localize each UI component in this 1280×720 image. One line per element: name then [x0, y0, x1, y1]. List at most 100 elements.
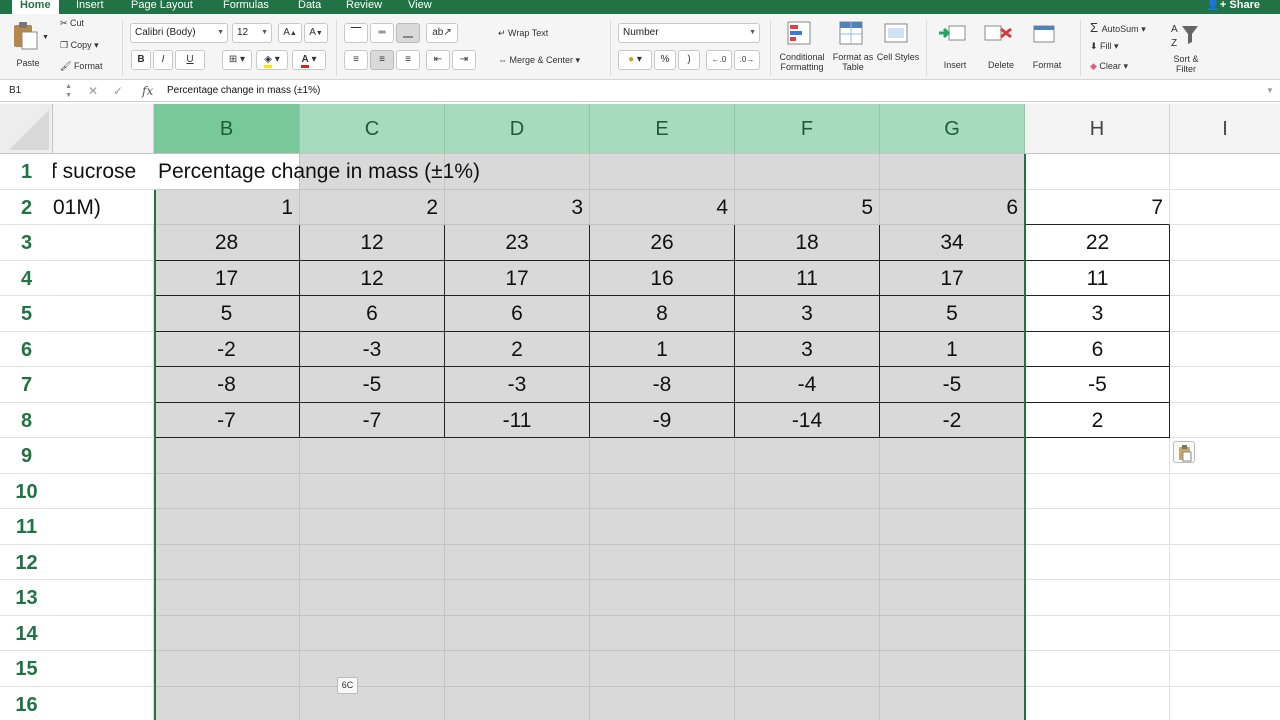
column-header-h[interactable]: H [1025, 104, 1170, 154]
cell-a12[interactable] [53, 544, 154, 580]
cell-styles-button[interactable]: Cell Styles [876, 20, 920, 76]
cell-f2[interactable]: 5 [735, 189, 880, 225]
cell-a15[interactable] [53, 651, 154, 687]
cell-e9[interactable] [590, 438, 735, 474]
cell-h2[interactable]: 7 [1025, 189, 1170, 225]
row-header-5[interactable]: 5 [0, 296, 53, 332]
fill-color-button[interactable]: ◈ ▾ [256, 50, 288, 70]
cell-b16[interactable] [154, 686, 300, 720]
decrease-indent-button[interactable]: ⇤ [426, 50, 450, 70]
increase-decimal-button[interactable]: ←.0 [706, 50, 732, 70]
cell-a8[interactable] [53, 402, 154, 438]
number-format-select[interactable]: Number ▼ [618, 23, 760, 43]
row-header-16[interactable]: 16 [0, 686, 53, 720]
column-header-d[interactable]: D [445, 104, 590, 154]
cell-g8[interactable]: -2 [880, 402, 1025, 438]
cell-f14[interactable] [735, 615, 880, 651]
column-header-g[interactable]: G [880, 104, 1025, 154]
cell-a1[interactable]: f sucrose [53, 154, 154, 190]
cell-c4[interactable]: 12 [300, 260, 445, 296]
cell-g6[interactable]: 1 [880, 331, 1025, 367]
cell-i4[interactable] [1170, 261, 1280, 296]
cell-i3[interactable] [1170, 225, 1280, 261]
delete-cells-button[interactable]: Delete [980, 20, 1022, 76]
cell-f16[interactable] [735, 686, 880, 720]
cell-h9[interactable] [1025, 438, 1170, 474]
align-right-button[interactable]: ≡ [396, 50, 420, 70]
cell-d2[interactable]: 3 [445, 189, 590, 225]
cell-c3[interactable]: 12 [300, 225, 445, 261]
cell-i16[interactable] [1170, 687, 1280, 720]
decrease-decimal-button[interactable]: .0→ [734, 50, 760, 70]
cell-d12[interactable] [445, 544, 590, 580]
cell-e5[interactable]: 8 [590, 296, 735, 332]
cell-f5[interactable]: 3 [735, 296, 880, 332]
cell-e15[interactable] [590, 651, 735, 687]
accounting-format-button[interactable]: ● ▾ [618, 50, 652, 70]
cell-f6[interactable]: 3 [735, 331, 880, 367]
paste-dropdown-icon[interactable]: ▼ [42, 34, 49, 41]
column-header-a[interactable] [53, 104, 154, 154]
cell-b13[interactable] [154, 580, 300, 616]
cell-c8[interactable]: -7 [300, 402, 445, 438]
row-header-10[interactable]: 10 [0, 473, 53, 509]
cell-d15[interactable] [445, 651, 590, 687]
name-box[interactable]: B1 ▲ ▼ [4, 82, 74, 100]
column-header-e[interactable]: E [590, 104, 735, 154]
tab-home[interactable]: Home [12, 0, 59, 14]
paste-options-button[interactable] [1173, 441, 1195, 463]
cell-h13[interactable] [1025, 580, 1170, 616]
cell-d8[interactable]: -11 [445, 402, 590, 438]
cell-e3[interactable]: 26 [590, 225, 735, 261]
cell-b3[interactable]: 28 [154, 225, 300, 261]
wrap-text-button[interactable]: ↵ Wrap Text [498, 28, 548, 39]
cell-i15[interactable] [1170, 651, 1280, 687]
cell-c16[interactable] [300, 686, 445, 720]
orientation-button[interactable]: ab↗ [426, 23, 458, 43]
cell-i1[interactable] [1170, 154, 1280, 190]
cell-h12[interactable] [1025, 544, 1170, 580]
font-size-select[interactable]: 12 ▼ [232, 23, 272, 43]
cell-c12[interactable] [300, 544, 445, 580]
cell-a13[interactable] [53, 580, 154, 616]
sort-filter-button[interactable]: A Z Sort & Filter [1164, 20, 1208, 76]
cell-h4[interactable]: 11 [1025, 260, 1170, 296]
increase-font-button[interactable]: A▲ [278, 23, 302, 43]
row-header-13[interactable]: 13 [0, 580, 53, 616]
cell-e7[interactable]: -8 [590, 367, 735, 403]
cell-a16[interactable] [53, 686, 154, 720]
cell-a10[interactable] [53, 473, 154, 509]
tab-view[interactable]: View [400, 0, 440, 14]
cell-c13[interactable] [300, 580, 445, 616]
cell-i13[interactable] [1170, 580, 1280, 616]
cell-e4[interactable]: 16 [590, 260, 735, 296]
cell-a3[interactable] [53, 225, 154, 261]
cell-b7[interactable]: -8 [154, 367, 300, 403]
cell-b10[interactable] [154, 473, 300, 509]
cell-b15[interactable] [154, 651, 300, 687]
cell-h14[interactable] [1025, 615, 1170, 651]
tab-insert[interactable]: Insert [68, 0, 112, 14]
cell-f10[interactable] [735, 473, 880, 509]
cell-b6[interactable]: -2 [154, 331, 300, 367]
select-all-corner[interactable] [0, 104, 53, 154]
cell-g10[interactable] [880, 473, 1025, 509]
format-painter-button[interactable]: 🖌 Format [60, 61, 102, 72]
column-header-b[interactable]: B [154, 104, 300, 154]
cell-b4[interactable]: 17 [154, 260, 300, 296]
cell-f7[interactable]: -4 [735, 367, 880, 403]
cell-h3[interactable]: 22 [1025, 225, 1170, 261]
tab-page-layout[interactable]: Page Layout [123, 0, 201, 14]
cell-g14[interactable] [880, 615, 1025, 651]
cell-b9[interactable] [154, 438, 300, 474]
cell-a2[interactable]: 01M) [53, 190, 154, 225]
cell-c5[interactable]: 6 [300, 296, 445, 332]
cell-d6[interactable]: 2 [445, 331, 590, 367]
formula-content[interactable]: Percentage change in mass (±1%) [167, 82, 320, 100]
cell-i12[interactable] [1170, 545, 1280, 580]
row-header-14[interactable]: 14 [0, 615, 53, 651]
autosum-button[interactable]: Σ AutoSum ▾ [1090, 20, 1146, 35]
row-header-4[interactable]: 4 [0, 260, 53, 296]
cell-d16[interactable] [445, 686, 590, 720]
cell-e11[interactable] [590, 509, 735, 545]
